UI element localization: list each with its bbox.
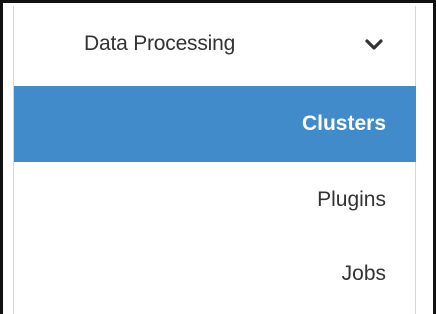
sidebar-item-clusters[interactable]: Clusters [14, 86, 416, 162]
sidebar-item-label: Plugins [317, 188, 386, 211]
chevron-down-icon [365, 39, 383, 50]
sidebar-item-label: Clusters [301, 112, 386, 135]
sidebar-section-data-processing[interactable]: Data Processing [14, 6, 416, 86]
sidebar-item-plugins[interactable]: Plugins [14, 162, 416, 238]
section-title: Data Processing [84, 32, 236, 55]
sidebar-nav: Data Processing Clusters Plugins Jobs [13, 6, 416, 314]
sidebar-item-jobs[interactable]: Jobs [14, 236, 416, 312]
window-frame: Data Processing Clusters Plugins Jobs [0, 0, 436, 314]
sidebar-item-label: Jobs [341, 262, 386, 285]
